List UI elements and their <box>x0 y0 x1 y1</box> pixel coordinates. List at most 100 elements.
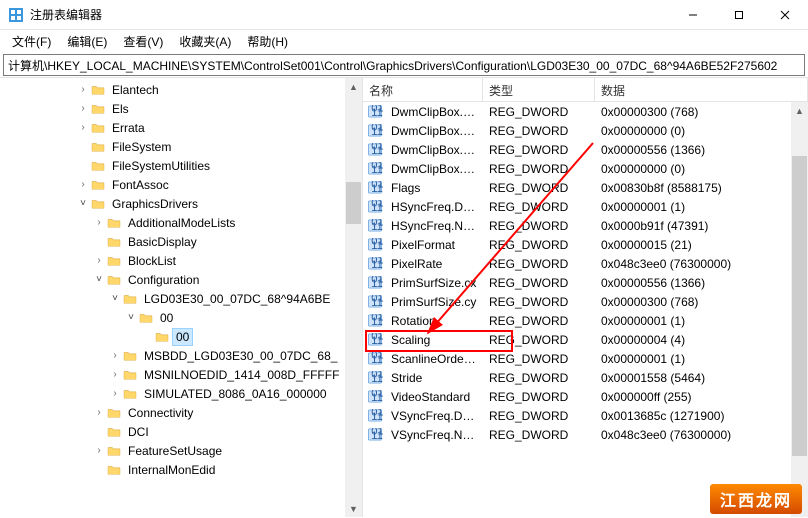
expand-icon[interactable]: › <box>108 369 122 380</box>
svg-text:110: 110 <box>371 164 383 175</box>
tree-item[interactable]: ›Elantech <box>12 80 362 99</box>
expand-icon[interactable]: › <box>92 255 106 266</box>
column-type[interactable]: 类型 <box>483 78 595 101</box>
tree-item[interactable]: 00 <box>12 327 362 346</box>
expand-icon[interactable]: › <box>92 445 106 456</box>
expand-icon[interactable]: › <box>76 84 90 95</box>
column-data[interactable]: 数据 <box>595 78 808 101</box>
collapse-icon[interactable]: ˅ <box>92 274 106 285</box>
tree-item[interactable]: › MSNILNOEDID_1414_008D_FFFFF <box>12 365 362 384</box>
expand-icon[interactable]: › <box>108 388 122 399</box>
value-row[interactable]: 011110PixelFormatREG_DWORD0x00000015 (21… <box>363 235 808 254</box>
menu-file[interactable]: 文件(F) <box>4 31 59 52</box>
svg-text:110: 110 <box>371 259 383 270</box>
menu-view[interactable]: 查看(V) <box>115 31 171 52</box>
scroll-thumb[interactable] <box>792 156 807 456</box>
svg-text:110: 110 <box>371 430 383 441</box>
value-row[interactable]: 011110VSyncFreq.Den...REG_DWORD0x0013685… <box>363 406 808 425</box>
value-row[interactable]: 011110DwmClipBox.ri...REG_DWORD0x0000055… <box>363 140 808 159</box>
tree-item[interactable]: InternalMonEdid <box>12 460 362 479</box>
svg-text:110: 110 <box>371 107 383 118</box>
tree-item[interactable]: ›SIMULATED_8086_0A16_000000 <box>12 384 362 403</box>
tree-item-label: Errata <box>109 120 148 136</box>
tree-item-label: FeatureSetUsage <box>125 443 225 459</box>
maximize-button[interactable] <box>716 0 762 30</box>
expand-icon[interactable]: › <box>76 122 90 133</box>
collapse-icon[interactable]: ˅ <box>108 293 122 304</box>
value-row[interactable]: 011110HSyncFreq.Nu...REG_DWORD0x0000b91f… <box>363 216 808 235</box>
reg-dword-icon: 011110 <box>367 219 383 233</box>
value-row[interactable]: 011110RotationREG_DWORD0x00000001 (1) <box>363 311 808 330</box>
expand-icon[interactable]: › <box>92 217 106 228</box>
tree-item-label: FileSystemUtilities <box>109 158 213 174</box>
tree-item-label: 00 <box>157 310 176 326</box>
tree-item[interactable]: › AdditionalModeLists <box>12 213 362 232</box>
menu-help[interactable]: 帮助(H) <box>239 31 296 52</box>
reg-dword-icon: 011110 <box>367 352 383 366</box>
collapse-icon[interactable]: ˅ <box>76 198 90 209</box>
tree-item[interactable]: › BlockList <box>12 251 362 270</box>
tree-item-label: MSNILNOEDID_1414_008D_FFFFF <box>141 367 342 383</box>
value-row[interactable]: 011110ScanlineOrderi...REG_DWORD0x000000… <box>363 349 808 368</box>
address-bar[interactable]: 计算机\HKEY_LOCAL_MACHINE\SYSTEM\ControlSet… <box>3 54 805 76</box>
scroll-up-button[interactable]: ▲ <box>791 102 808 119</box>
value-row[interactable]: 011110DwmClipBox.leftREG_DWORD0x00000000… <box>363 121 808 140</box>
value-row[interactable]: 011110FlagsREG_DWORD0x00830b8f (8588175) <box>363 178 808 197</box>
value-row[interactable]: 011110DwmClipBox.topREG_DWORD0x00000000 … <box>363 159 808 178</box>
tree-item[interactable]: ›FontAssoc <box>12 175 362 194</box>
minimize-button[interactable] <box>670 0 716 30</box>
close-button[interactable] <box>762 0 808 30</box>
reg-dword-icon: 011110 <box>367 428 383 442</box>
tree-item[interactable]: DCI <box>12 422 362 441</box>
tree-item[interactable]: FileSystemUtilities <box>12 156 362 175</box>
tree-item[interactable]: ›Els <box>12 99 362 118</box>
tree-item-label: InternalMonEdid <box>125 462 218 478</box>
tree-item[interactable]: ˅ 00 <box>12 308 362 327</box>
registry-tree[interactable]: ›Elantech›Els›ErrataFileSystemFileSystem… <box>0 80 362 479</box>
tree-item[interactable]: FileSystem <box>12 137 362 156</box>
svg-text:110: 110 <box>371 373 383 384</box>
tree-item-label: 00 <box>173 329 192 345</box>
tree-item[interactable]: ˅Configuration <box>12 270 362 289</box>
collapse-icon[interactable]: ˅ <box>124 312 138 323</box>
value-row[interactable]: 011110PixelRateREG_DWORD0x048c3ee0 (7630… <box>363 254 808 273</box>
expand-icon[interactable]: › <box>92 407 106 418</box>
expand-icon[interactable]: › <box>108 350 122 361</box>
value-row[interactable]: 011110VideoStandardREG_DWORD0x000000ff (… <box>363 387 808 406</box>
tree-item[interactable]: ˅GraphicsDrivers <box>12 194 362 213</box>
value-row[interactable]: 011110HSyncFreq.Den...REG_DWORD0x0000000… <box>363 197 808 216</box>
menu-favorites[interactable]: 收藏夹(A) <box>171 31 239 52</box>
folder-icon <box>122 349 138 363</box>
title-bar: 注册表编辑器 <box>0 0 808 30</box>
folder-icon <box>106 406 122 420</box>
list-scrollbar[interactable]: ▲ ▼ <box>791 102 808 517</box>
folder-icon <box>90 159 106 173</box>
tree-item[interactable]: BasicDisplay <box>12 232 362 251</box>
tree-item[interactable]: ›MSBDD_LGD03E30_00_07DC_68_ <box>12 346 362 365</box>
tree-scrollbar[interactable]: ▲ ▼ <box>345 78 362 517</box>
tree-item[interactable]: ˅ LGD03E30_00_07DC_68^94A6BE <box>12 289 362 308</box>
tree-item[interactable]: › Errata <box>12 118 362 137</box>
scroll-down-button[interactable]: ▼ <box>345 500 362 517</box>
tree-item-label: BlockList <box>125 253 179 269</box>
window-title: 注册表编辑器 <box>30 6 670 23</box>
scroll-thumb[interactable] <box>346 182 361 224</box>
expand-icon[interactable]: › <box>76 103 90 114</box>
value-row[interactable]: 011110PrimSurfSize.cyREG_DWORD0x00000300… <box>363 292 808 311</box>
scroll-up-button[interactable]: ▲ <box>345 78 362 95</box>
tree-item[interactable]: ›Connectivity <box>12 403 362 422</box>
value-row[interactable]: 011110ScalingREG_DWORD0x00000004 (4) <box>363 330 808 349</box>
expand-icon[interactable]: › <box>76 179 90 190</box>
column-name[interactable]: 名称 <box>363 78 483 101</box>
value-data: 0x00000000 (0) <box>595 162 808 176</box>
value-data: 0x048c3ee0 (76300000) <box>595 257 808 271</box>
value-row[interactable]: 011110VSyncFreq.Nu...REG_DWORD0x048c3ee0… <box>363 425 808 444</box>
reg-dword-icon: 011110 <box>367 162 383 176</box>
tree-item-label: LGD03E30_00_07DC_68^94A6BE <box>141 291 333 307</box>
tree-item-label: AdditionalModeLists <box>125 215 238 231</box>
value-row[interactable]: 011110DwmClipBox.b...REG_DWORD0x00000300… <box>363 102 808 121</box>
value-row[interactable]: 011110StrideREG_DWORD0x00001558 (5464) <box>363 368 808 387</box>
value-row[interactable]: 011110PrimSurfSize.cxREG_DWORD0x00000556… <box>363 273 808 292</box>
menu-edit[interactable]: 编辑(E) <box>59 31 115 52</box>
tree-item[interactable]: › FeatureSetUsage <box>12 441 362 460</box>
